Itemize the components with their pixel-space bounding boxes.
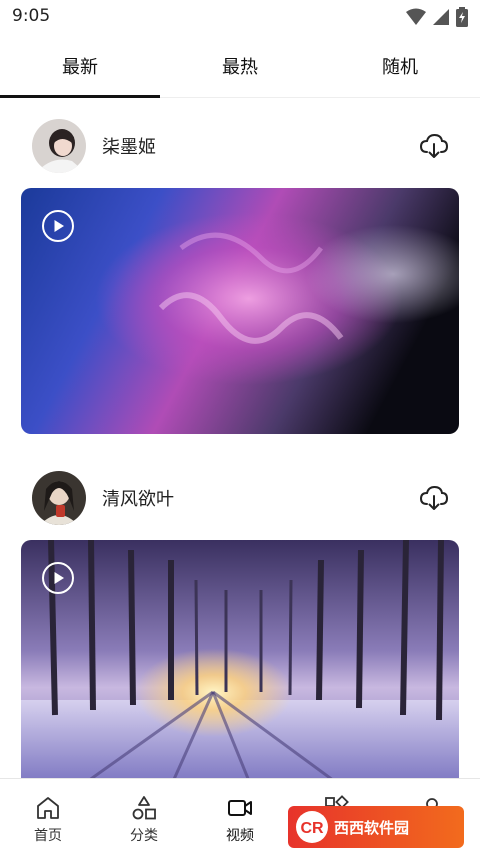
nav-home[interactable]: 首页 bbox=[0, 779, 96, 856]
tab-random[interactable]: 随机 bbox=[320, 34, 480, 98]
video-thumbnail[interactable] bbox=[21, 188, 459, 434]
nav-video[interactable]: 视频 bbox=[192, 779, 288, 856]
battery-icon bbox=[456, 7, 468, 27]
tab-latest[interactable]: 最新 bbox=[0, 34, 160, 98]
tab-latest-label: 最新 bbox=[62, 57, 98, 78]
cloud-download-icon[interactable] bbox=[418, 482, 450, 514]
avatar[interactable] bbox=[32, 471, 86, 525]
play-icon[interactable] bbox=[41, 561, 75, 595]
video-thumbnail[interactable] bbox=[21, 540, 459, 778]
author-name[interactable]: 柒墨姬 bbox=[102, 133, 156, 159]
avatar[interactable] bbox=[32, 119, 86, 173]
video-icon bbox=[228, 800, 252, 816]
nav-home-label: 首页 bbox=[34, 828, 62, 844]
nav-category-label: 分类 bbox=[130, 828, 158, 844]
tab-hottest[interactable]: 最热 bbox=[160, 34, 320, 98]
author-row: 清风欲叶 bbox=[32, 470, 452, 526]
site-watermark: CR 西西软件园 bbox=[288, 806, 464, 848]
signal-icon bbox=[433, 9, 449, 25]
tab-hottest-label: 最热 bbox=[222, 57, 258, 78]
status-icons bbox=[406, 7, 468, 27]
play-icon[interactable] bbox=[41, 209, 75, 243]
nav-category[interactable]: 分类 bbox=[96, 779, 192, 856]
author-row: 柒墨姬 bbox=[32, 118, 452, 174]
tab-random-label: 随机 bbox=[382, 57, 418, 78]
wifi-icon bbox=[406, 8, 426, 25]
top-tabs: 最新 最热 随机 bbox=[0, 34, 480, 98]
status-bar: 9:05 bbox=[0, 0, 480, 34]
category-icon bbox=[132, 796, 156, 820]
nav-video-label: 视频 bbox=[226, 828, 254, 844]
video-feed[interactable]: 柒墨姬 清风欲叶 bbox=[0, 98, 480, 778]
watermark-logo-icon: CR bbox=[296, 811, 328, 843]
author-name[interactable]: 清风欲叶 bbox=[102, 485, 174, 511]
cloud-download-icon[interactable] bbox=[418, 130, 450, 162]
home-icon bbox=[37, 797, 59, 819]
watermark-text: 西西软件园 bbox=[334, 819, 410, 837]
status-time: 9:05 bbox=[12, 6, 51, 26]
svg-text:CR: CR bbox=[300, 820, 324, 837]
